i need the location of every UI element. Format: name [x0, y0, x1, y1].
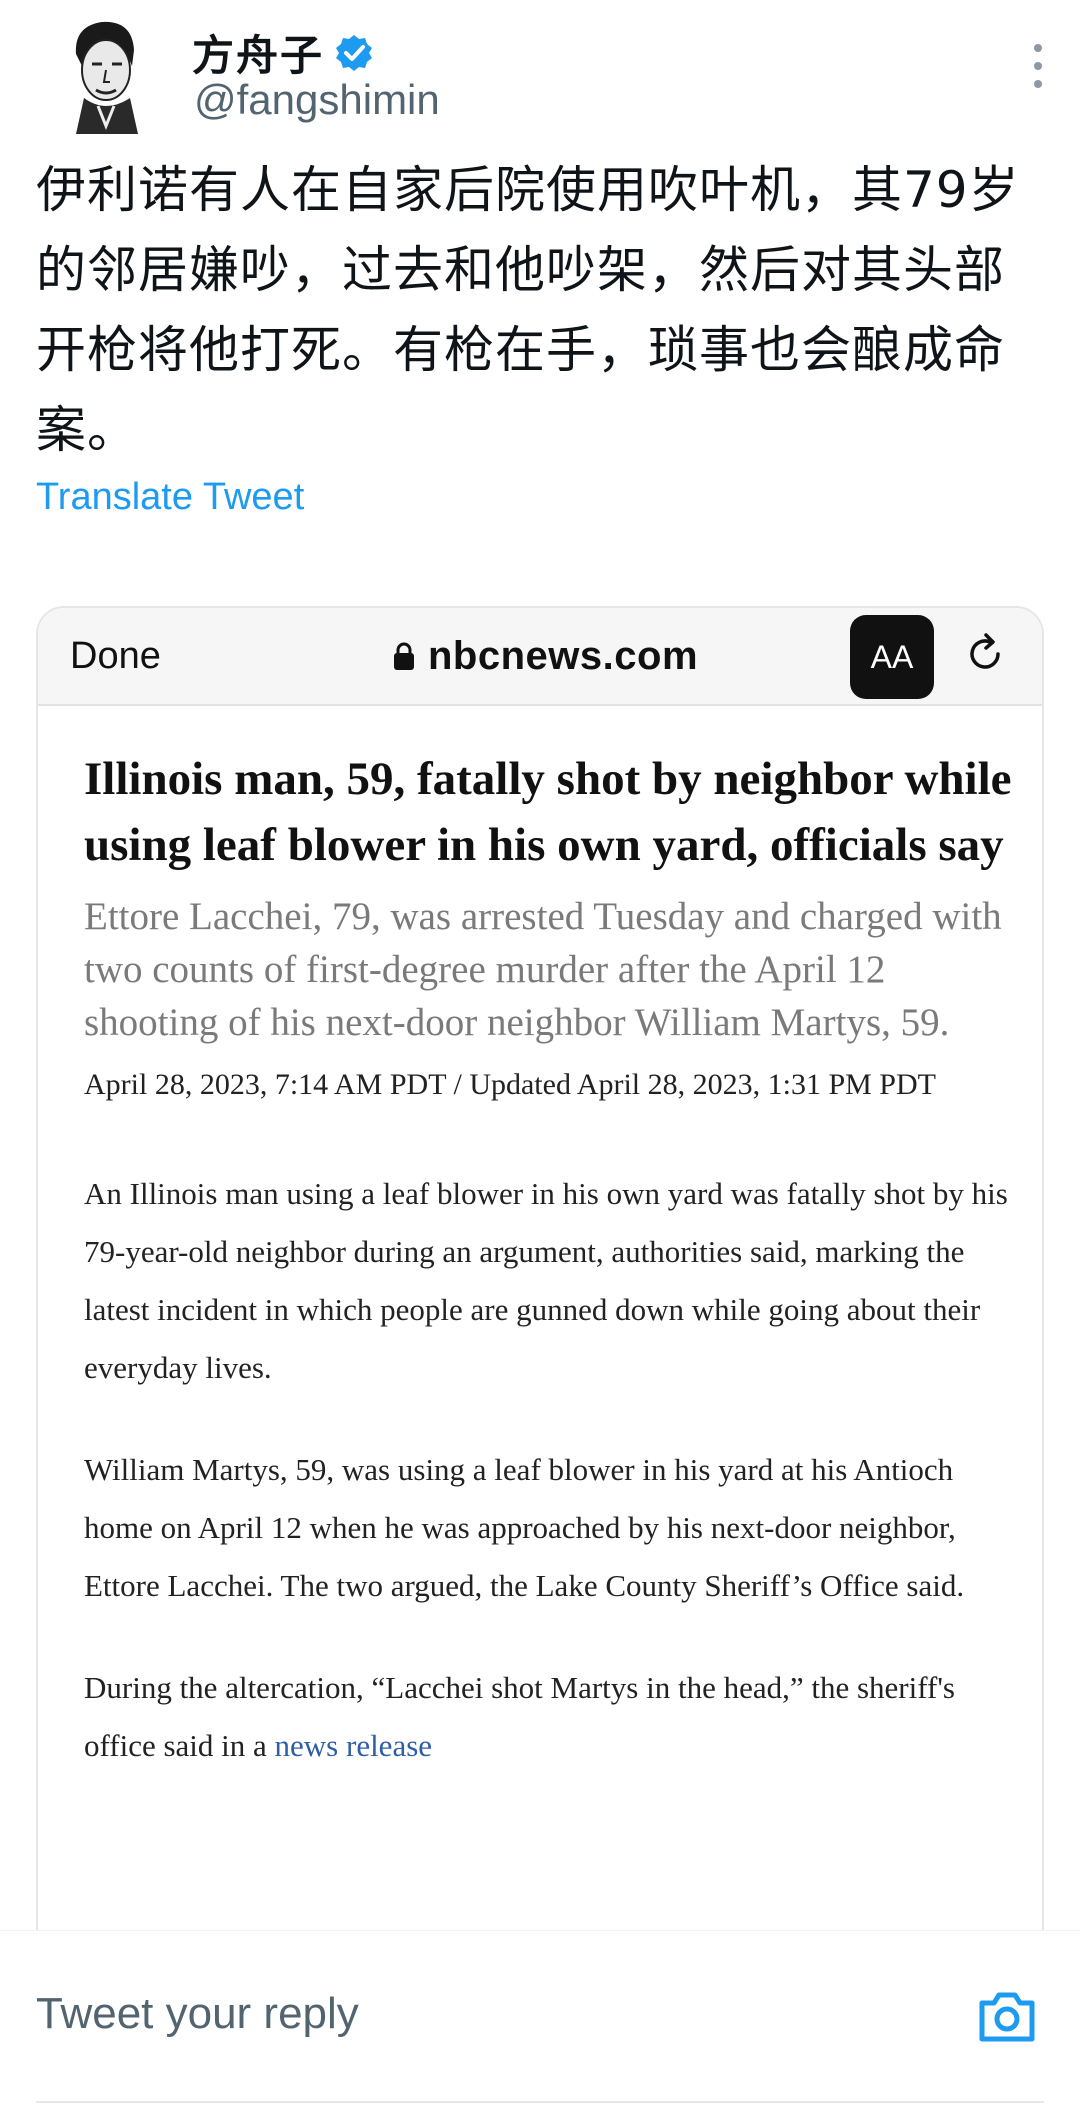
article: Illinois man, 59, fatally shot by neighb…	[84, 746, 1014, 1775]
article-paragraph: William Martys, 59, was using a leaf blo…	[84, 1452, 965, 1603]
avatar[interactable]	[54, 14, 154, 134]
article-dateline: April 28, 2023, 7:14 AM PDT / Updated Ap…	[84, 1068, 936, 1101]
article-paragraph: During the altercation, “Lacchei shot Ma…	[84, 1659, 1014, 1775]
reply-input[interactable]: Tweet your reply	[36, 1989, 359, 2039]
camera-icon[interactable]	[976, 1987, 1038, 2045]
more-vertical-icon[interactable]	[1026, 44, 1050, 88]
article-paragraph-text: During the altercation, “Lacchei shot Ma…	[84, 1670, 955, 1763]
tweet-text: 伊利诺有人在自家后院使用吹叶机，其79岁的邻居嫌吵，过去和他吵架，然后对其头部开…	[36, 161, 1020, 459]
lock-icon	[394, 642, 414, 670]
article-headline: Illinois man, 59, fatally shot by neighb…	[84, 753, 1012, 871]
verified-badge-icon	[336, 34, 373, 71]
done-button[interactable]: Done	[70, 628, 161, 684]
display-name[interactable]: 方舟子	[192, 22, 374, 83]
reload-icon[interactable]	[962, 630, 1010, 678]
handle[interactable]: @fangshimin	[194, 76, 440, 124]
display-name-text: 方舟子	[192, 31, 325, 80]
embedded-screenshot[interactable]: Done nbcnews.com AA Illinois man, 59, fa…	[36, 606, 1044, 1956]
news-release-link[interactable]: news release	[275, 1728, 433, 1763]
article-paragraph: An Illinois man using a leaf blower in h…	[84, 1176, 1008, 1385]
reply-bar: Tweet your reply	[0, 1930, 1080, 2116]
address-bar[interactable]: nbcnews.com	[392, 628, 698, 684]
translate-tweet-link[interactable]: Translate Tweet	[36, 476, 304, 519]
text-size-button[interactable]: AA	[850, 615, 934, 699]
reply-divider	[36, 2101, 1044, 2103]
url-text: nbcnews.com	[428, 634, 699, 678]
article-dek: Ettore Lacchei, 79, was arrested Tuesday…	[84, 895, 1002, 1044]
browser-toolbar: Done nbcnews.com AA	[38, 608, 1042, 706]
